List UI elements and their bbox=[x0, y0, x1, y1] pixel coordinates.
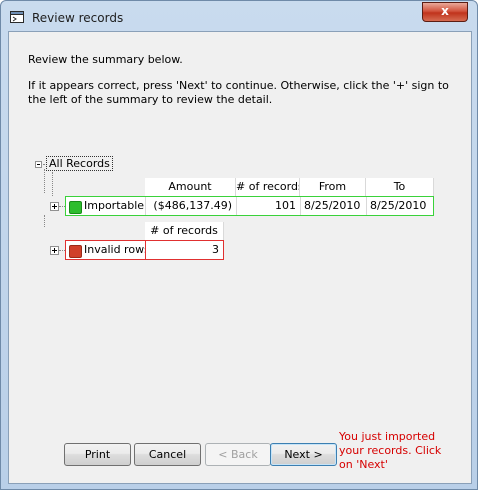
invalid-records-column-header: # of records bbox=[145, 222, 224, 242]
dialog-body: Review the summary below. If it appears … bbox=[8, 31, 472, 484]
intro-text-1: Review the summary below. bbox=[28, 53, 183, 66]
expand-invalid-rows-icon[interactable] bbox=[50, 246, 59, 255]
review-records-window: Review records x Review the summary belo… bbox=[0, 0, 478, 490]
expand-importable-icon[interactable] bbox=[50, 202, 59, 211]
importable-label: Importable bbox=[84, 199, 145, 212]
amount-column-header: Amount bbox=[145, 178, 236, 198]
from-column-header: From bbox=[300, 178, 366, 198]
window-icon bbox=[10, 11, 24, 23]
tree-connector bbox=[44, 215, 45, 227]
invalid-rows-record-count: 3 bbox=[146, 241, 223, 259]
next-button[interactable]: Next > bbox=[270, 443, 337, 466]
hint-line-2: your records. Click bbox=[339, 444, 442, 457]
green-status-icon bbox=[69, 201, 82, 214]
tree-root-all-records[interactable]: All Records bbox=[46, 156, 113, 171]
importable-row[interactable]: Importable ($486,137.49) 101 8/25/2010 8… bbox=[65, 196, 434, 216]
tree-connector bbox=[52, 172, 53, 196]
red-status-icon bbox=[69, 245, 82, 258]
close-button[interactable]: x bbox=[422, 2, 468, 22]
collapse-all-records-icon[interactable] bbox=[35, 161, 42, 168]
window-title: Review records bbox=[32, 11, 124, 25]
cancel-button[interactable]: Cancel bbox=[134, 443, 201, 466]
importable-amount: ($486,137.49) bbox=[146, 197, 237, 215]
title-bar[interactable]: Review records x bbox=[1, 1, 477, 31]
invalid-rows-label-cell: Invalid rows bbox=[66, 241, 146, 259]
back-button[interactable]: < Back bbox=[205, 443, 271, 466]
tree-connector bbox=[44, 169, 45, 193]
importable-label-cell: Importable bbox=[66, 197, 146, 215]
importable-from-date: 8/25/2010 bbox=[301, 197, 367, 215]
intro-text-2: If it appears correct, press 'Next' to c… bbox=[28, 79, 449, 92]
print-button[interactable]: Print bbox=[64, 443, 131, 466]
intro-text-3: the left of the summary to review the de… bbox=[28, 93, 273, 106]
importable-record-count: 101 bbox=[237, 197, 301, 215]
invalid-rows-row[interactable]: Invalid rows 3 bbox=[65, 240, 224, 260]
importable-to-date: 8/25/2010 bbox=[367, 197, 433, 215]
to-column-header: To bbox=[366, 178, 434, 198]
close-icon: x bbox=[441, 4, 449, 18]
hint-line-3: on 'Next' bbox=[339, 458, 388, 471]
records-column-header: # of records bbox=[236, 178, 300, 198]
invalid-rows-label: Invalid rows bbox=[84, 243, 146, 256]
import-hint-note: You just imported your records. Click on… bbox=[339, 430, 467, 472]
hint-line-1: You just imported bbox=[339, 430, 436, 443]
